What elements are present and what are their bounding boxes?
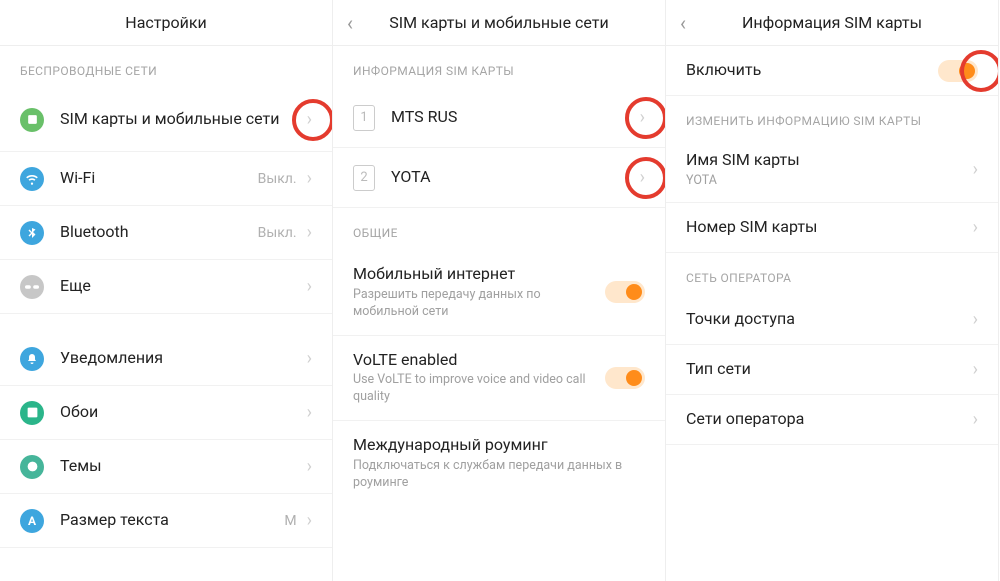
chevron-right-icon: › [307, 168, 312, 189]
row-wifi[interactable]: Wi-Fi Выкл. › [0, 152, 332, 206]
header: Настройки [0, 0, 332, 46]
back-button[interactable]: ‹ [347, 11, 353, 35]
wifi-icon [20, 167, 44, 191]
row-sim-name[interactable]: Имя SIM карты YOTA › [666, 138, 998, 203]
row-title: Темы [60, 456, 307, 477]
chevron-right-icon: › [307, 456, 312, 477]
row-apn[interactable]: Точки доступа › [666, 295, 998, 345]
row-bluetooth[interactable]: Bluetooth Выкл. › [0, 206, 332, 260]
row-title: Международный роуминг [353, 435, 645, 456]
section-general: ОБЩИЕ [333, 208, 665, 250]
row-title: VoLTE enabled [353, 350, 605, 371]
row-themes[interactable]: Темы › [0, 440, 332, 494]
mobile-data-toggle[interactable] [605, 281, 645, 303]
back-button[interactable]: ‹ [680, 11, 686, 35]
row-title: Мобильный интернет [353, 264, 605, 285]
header-title: SIM карты и мобильные сети [389, 13, 608, 32]
chevron-right-icon: › [307, 276, 312, 297]
sim-info-panel: ‹ Информация SIM карты Включить ИЗМЕНИТЬ… [666, 0, 999, 581]
row-subtitle: Разрешить передачу данных по мобильной с… [353, 287, 605, 321]
row-volte[interactable]: VoLTE enabled Use VoLTE to improve voice… [333, 336, 665, 422]
volte-toggle[interactable] [605, 367, 645, 389]
header: ‹ Информация SIM карты [666, 0, 998, 46]
row-notifications[interactable]: Уведомления › [0, 332, 332, 386]
chevron-right-icon: › [973, 309, 978, 330]
chevron-right-icon: › [307, 222, 312, 243]
chevron-right-icon: › [973, 409, 978, 430]
chevron-right-icon: › [307, 402, 312, 423]
enable-toggle[interactable] [938, 60, 978, 82]
row-sim-number[interactable]: Номер SIM карты › [666, 203, 998, 253]
row-enable[interactable]: Включить [666, 46, 998, 96]
row-title: Еще [60, 276, 307, 297]
row-subtitle: YOTA [686, 173, 973, 190]
sim1-icon: 1 [353, 105, 375, 131]
link-icon [20, 275, 44, 299]
chevron-right-icon: › [973, 159, 978, 180]
row-title: Обои [60, 402, 307, 423]
header: ‹ SIM карты и мобильные сети [333, 0, 665, 46]
row-title: Размер текста [60, 510, 284, 531]
row-wallpaper[interactable]: Обои › [0, 386, 332, 440]
section-sim-info: ИНФОРМАЦИЯ SIM КАРТЫ [333, 46, 665, 88]
row-sim-cards[interactable]: SIM карты и мобильные сети › [0, 88, 332, 152]
chevron-right-icon: › [307, 109, 312, 130]
section-operator: СЕТЬ ОПЕРАТОРА [666, 253, 998, 295]
row-title: Номер SIM карты [686, 217, 973, 238]
sim2-icon: 2 [353, 165, 375, 191]
row-title: YOTA [391, 167, 640, 188]
row-title: Включить [686, 60, 938, 81]
row-subtitle: Use VoLTE to improve voice and video cal… [353, 372, 605, 406]
row-mobile-data[interactable]: Мобильный интернет Разрешить передачу да… [333, 250, 665, 336]
chevron-right-icon: › [973, 217, 978, 238]
row-title: Уведомления [60, 348, 307, 369]
chevron-right-icon: › [307, 348, 312, 369]
row-subtitle: Подключаться к службам передачи данных в… [353, 458, 645, 492]
row-value: M [284, 513, 296, 529]
row-operators[interactable]: Сети оператора › [666, 395, 998, 445]
row-title: Bluetooth [60, 222, 258, 243]
chevron-right-icon: › [973, 359, 978, 380]
row-title: Имя SIM карты [686, 150, 973, 171]
text-icon: A [20, 509, 44, 533]
themes-icon [20, 455, 44, 479]
image-icon [20, 401, 44, 425]
section-wireless: БЕСПРОВОДНЫЕ СЕТИ [0, 46, 332, 88]
sim-icon [20, 108, 44, 132]
row-title: Тип сети [686, 359, 973, 380]
chevron-right-icon: › [307, 510, 312, 531]
row-sim1[interactable]: 1 MTS RUS › [333, 88, 665, 148]
row-title: Сети оператора [686, 409, 973, 430]
row-value: Выкл. [258, 225, 297, 241]
row-roaming[interactable]: Международный роуминг Подключаться к слу… [333, 421, 665, 506]
row-value: Выкл. [258, 171, 297, 187]
row-sim2[interactable]: 2 YOTA › [333, 148, 665, 208]
settings-panel: Настройки БЕСПРОВОДНЫЕ СЕТИ SIM карты и … [0, 0, 333, 581]
row-title: Wi-Fi [60, 168, 258, 189]
row-title: Точки доступа [686, 309, 973, 330]
row-textsize[interactable]: A Размер текста M › [0, 494, 332, 548]
row-more[interactable]: Еще › [0, 260, 332, 314]
header-title: Информация SIM карты [742, 13, 922, 32]
chevron-right-icon: › [640, 107, 645, 128]
header-title: Настройки [125, 13, 206, 32]
chevron-right-icon: › [640, 167, 645, 188]
bell-icon [20, 347, 44, 371]
row-title: SIM карты и мобильные сети [60, 109, 307, 130]
row-title: MTS RUS [391, 107, 640, 128]
sim-networks-panel: ‹ SIM карты и мобильные сети ИНФОРМАЦИЯ … [333, 0, 666, 581]
row-network-type[interactable]: Тип сети › [666, 345, 998, 395]
section-edit-sim: ИЗМЕНИТЬ ИНФОРМАЦИЮ SIM КАРТЫ [666, 96, 998, 138]
bluetooth-icon [20, 221, 44, 245]
